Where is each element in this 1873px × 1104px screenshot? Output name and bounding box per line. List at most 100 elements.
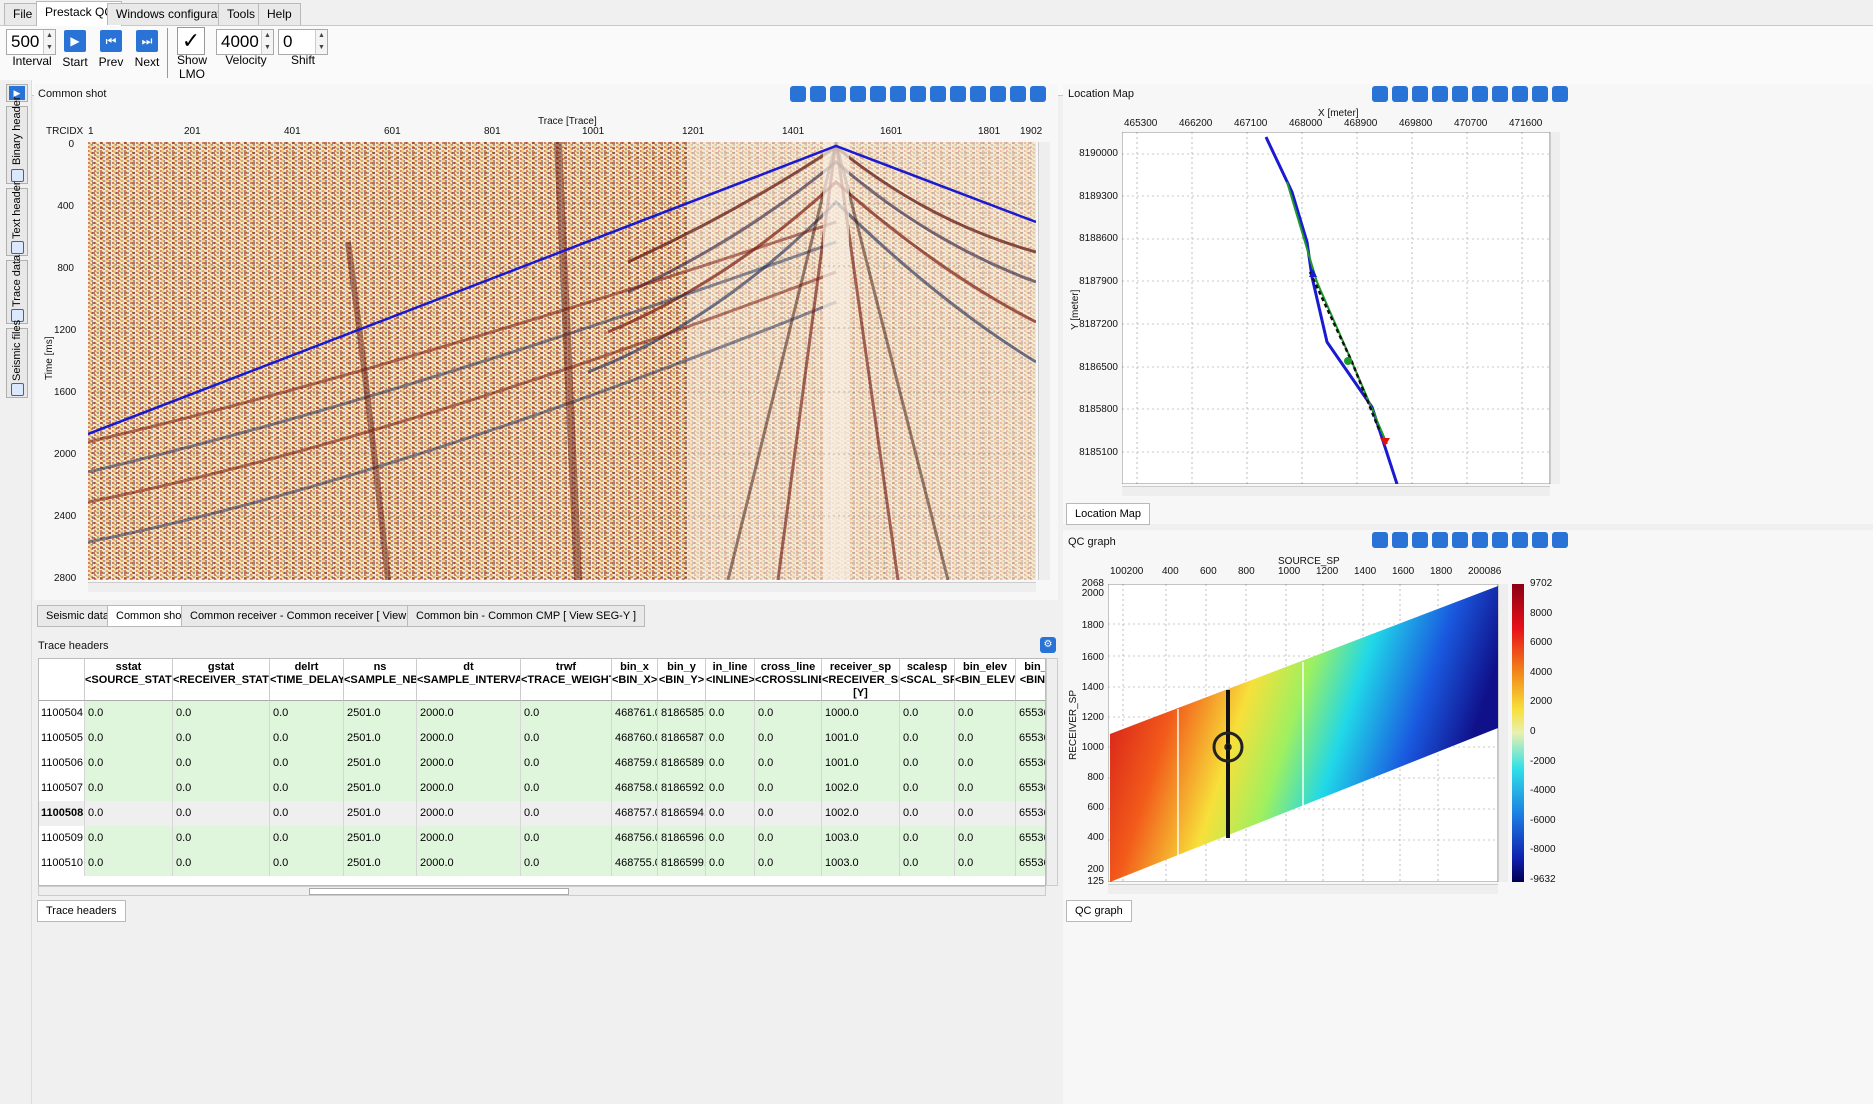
table-cell[interactable]: 2501.0 — [344, 826, 417, 851]
table-row[interactable]: 1100509 0.0 0.0 0.0 2501.0 2000.0 0.0 468756.0 8… — [39, 826, 1045, 851]
table-cell[interactable]: 0.0 — [955, 701, 1016, 726]
zoom-in-icon[interactable] — [1412, 532, 1428, 548]
window-icon[interactable] — [1532, 532, 1548, 548]
table-cell[interactable]: 0.0 — [706, 801, 755, 826]
tab-location-map[interactable]: Location Map — [1066, 503, 1151, 525]
chart-icon[interactable] — [1492, 532, 1508, 548]
table-cell[interactable]: 2000.0 — [417, 826, 521, 851]
zoom-box-icon[interactable] — [1452, 86, 1468, 102]
shift-spinbox[interactable]: 0 ▲ ▼ — [278, 29, 328, 55]
table-cell[interactable]: 0.0 — [173, 726, 270, 751]
table-cell[interactable]: 0.0 — [900, 801, 955, 826]
interval-spinbox[interactable]: 500 ▲ ▼ — [6, 29, 56, 55]
gear-icon[interactable] — [1372, 86, 1388, 102]
table-cell[interactable]: 0.0 — [521, 851, 612, 876]
column-header[interactable]: bin_x <BIN_X> — [612, 659, 658, 701]
table-cell[interactable]: 65536 — [1016, 776, 1045, 801]
table-row[interactable]: 1100507 0.0 0.0 0.0 2501.0 2000.0 0.0 468758.0 8… — [39, 776, 1045, 801]
table-cell[interactable]: 2000.0 — [417, 701, 521, 726]
column-header[interactable]: scalesp<SCAL_SP> — [900, 659, 955, 701]
table-cell[interactable]: 0.0 — [270, 826, 344, 851]
table-cell[interactable]: 0.0 — [955, 751, 1016, 776]
table-cell[interactable]: 2000.0 — [417, 801, 521, 826]
table-cell[interactable]: 0.0 — [173, 851, 270, 876]
tab-qc-graph[interactable]: QC graph — [1066, 900, 1132, 922]
table-cell[interactable]: 468758.0 — [612, 776, 658, 801]
column-header[interactable]: bin_<BIN_ — [1016, 659, 1045, 701]
table-cell[interactable]: 2501.0 — [344, 801, 417, 826]
row-id[interactable]: 1100510 — [39, 851, 85, 876]
table-cell[interactable]: 0.0 — [706, 851, 755, 876]
column-header[interactable]: gstat<RECEIVER_STATIC> — [173, 659, 270, 701]
table-cell[interactable]: 1000.0 — [822, 701, 900, 726]
table-cell[interactable]: 0.0 — [173, 751, 270, 776]
row-id[interactable]: 1100506 — [39, 751, 85, 776]
table-cell[interactable]: 8186596.0 — [658, 826, 706, 851]
table-cell[interactable]: 0.0 — [706, 701, 755, 726]
spin-arrows-icon[interactable]: ▲ ▼ — [315, 30, 327, 54]
table-cell[interactable]: 468759.0 — [612, 751, 658, 776]
table-cell[interactable]: 0.0 — [85, 726, 173, 751]
table-cell[interactable]: 0.0 — [900, 751, 955, 776]
table-cell[interactable]: 65536 — [1016, 751, 1045, 776]
table-cell[interactable]: 0.0 — [755, 726, 822, 751]
table-cell[interactable]: 0.0 — [173, 701, 270, 726]
zoom-fit-icon[interactable] — [1432, 86, 1448, 102]
row-id[interactable]: 1100508 — [39, 801, 85, 826]
layout-icon[interactable] — [810, 86, 826, 102]
table-cell[interactable]: 1001.0 — [822, 751, 900, 776]
qc-graph-plot[interactable] — [1108, 584, 1498, 882]
table-cell[interactable]: 0.0 — [270, 776, 344, 801]
gear-icon[interactable] — [1372, 532, 1388, 548]
table-cell[interactable]: 0.0 — [173, 801, 270, 826]
table-cell[interactable]: 468757.0 — [612, 801, 658, 826]
table-cell[interactable]: 0.0 — [270, 801, 344, 826]
table-cell[interactable]: 1002.0 — [822, 801, 900, 826]
table-cell[interactable]: 0.0 — [755, 851, 822, 876]
column-header[interactable]: dt<SAMPLE_INTERVAL> — [417, 659, 521, 701]
download-icon[interactable] — [1552, 532, 1568, 548]
side-tab-text-header[interactable]: Text header — [6, 182, 28, 256]
window-icon[interactable] — [950, 86, 966, 102]
grid-icon[interactable] — [1472, 532, 1488, 548]
column-header[interactable]: bin_y <BIN_Y> — [658, 659, 706, 701]
table-cell[interactable]: 0.0 — [755, 776, 822, 801]
chart-icon[interactable] — [1492, 86, 1508, 102]
table-cell[interactable]: 0.0 — [706, 726, 755, 751]
table-cell[interactable]: 0.0 — [706, 826, 755, 851]
table-cell[interactable]: 8186587.0 — [658, 726, 706, 751]
spin-arrows-icon[interactable]: ▲ ▼ — [261, 30, 273, 54]
column-header[interactable]: trwf <TRACE_WEIGHT> — [521, 659, 612, 701]
table-cell[interactable]: 0.0 — [955, 726, 1016, 751]
settings-gear-icon[interactable]: ⚙ — [1040, 637, 1056, 653]
zoom-in-icon[interactable] — [830, 86, 846, 102]
table-cell[interactable]: 0.0 — [900, 776, 955, 801]
table-cell[interactable]: 468760.0 — [612, 726, 658, 751]
table-cell[interactable]: 2501.0 — [344, 776, 417, 801]
table-cell[interactable]: 0.0 — [900, 826, 955, 851]
pointer-icon[interactable] — [930, 86, 946, 102]
table-cell[interactable]: 0.0 — [755, 801, 822, 826]
tab-trace-headers[interactable]: Trace headers — [37, 900, 126, 922]
table-cell[interactable]: 0.0 — [955, 826, 1016, 851]
row-id[interactable]: 1100507 — [39, 776, 85, 801]
table-cell[interactable]: 2000.0 — [417, 751, 521, 776]
tab-seismic-data[interactable]: Seismic data — [37, 605, 118, 627]
table-row[interactable]: 1100510 0.0 0.0 0.0 2501.0 2000.0 0.0 468755.0 8… — [39, 851, 1045, 876]
table-cell[interactable]: 65536 — [1016, 851, 1045, 876]
table-row[interactable]: 1100506 0.0 0.0 0.0 2501.0 2000.0 0.0 468759.0 8… — [39, 751, 1045, 776]
table-cell[interactable]: 1003.0 — [822, 851, 900, 876]
table-cell[interactable]: 0.0 — [521, 826, 612, 851]
table-cell[interactable]: 65536 — [1016, 726, 1045, 751]
row-id[interactable]: 1100509 — [39, 826, 85, 851]
table-cell[interactable]: 468755.0 — [612, 851, 658, 876]
prev-button[interactable]: ⏮ — [100, 30, 122, 52]
table-cell[interactable]: 0.0 — [755, 701, 822, 726]
table-cell[interactable]: 0.0 — [85, 751, 173, 776]
side-tab-seismic-files[interactable]: Seismic files — [6, 320, 28, 398]
column-header[interactable]: sstat<SOURCE_STATIC> — [85, 659, 173, 701]
qc-vertical-scrollbar[interactable] — [1498, 584, 1508, 882]
table-row[interactable]: 1100504 0.0 0.0 0.0 2501.0 2000.0 0.0 468761.0 8… — [39, 701, 1045, 726]
compass-icon[interactable] — [1010, 86, 1026, 102]
table-cell[interactable]: 0.0 — [270, 751, 344, 776]
